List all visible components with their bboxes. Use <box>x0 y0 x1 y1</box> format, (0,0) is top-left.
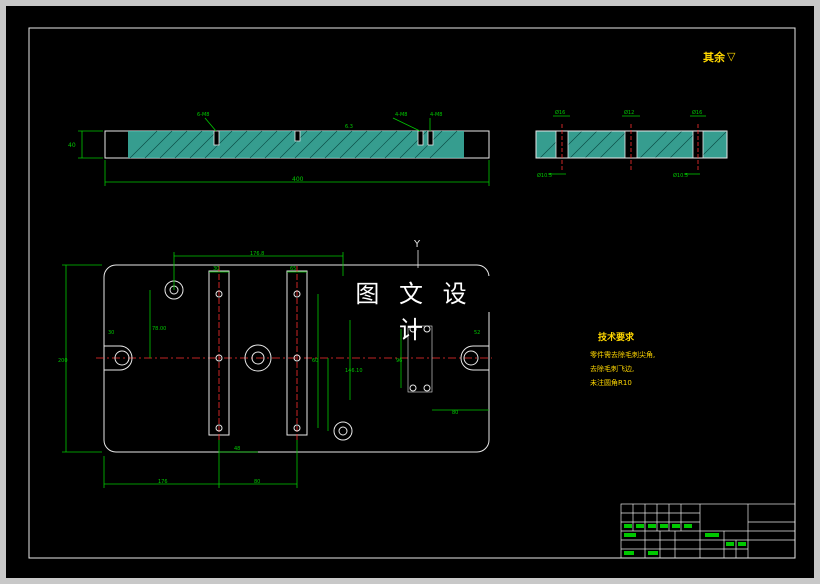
roughness-note-text: 其余 <box>703 50 726 64</box>
plan-dim-30: 30 <box>213 266 219 272</box>
tech-req-line-2: 去除毛刺飞边, <box>590 364 634 373</box>
side-dim-b: Ø12 <box>624 109 634 116</box>
y-axis-label: Y <box>413 239 421 250</box>
roughness-note: 其余 ▽ <box>703 50 736 64</box>
plan-dim-65: 65 <box>290 266 296 272</box>
plan-dim-146: 146.10 <box>345 368 363 374</box>
watermark-banner: 图 文 设 计 <box>336 276 492 344</box>
top-view-callout-right: 4-M8 <box>430 112 442 118</box>
side-dim-d: Ø10.5 <box>537 172 552 179</box>
side-dim-e: Ø10.5 <box>673 172 688 179</box>
top-view-roughness: 6.3 <box>345 124 353 130</box>
tech-req-title: 技术要求 <box>598 331 635 343</box>
plan-dim-bottom-176: 176 <box>158 479 168 485</box>
plan-dim-48: 48 <box>234 446 240 452</box>
tech-req-line-3: 未注圆角R10 <box>590 378 632 387</box>
plan-dim-right-80: 80 <box>452 410 458 416</box>
plan-dim-right-52: 52 <box>474 330 480 336</box>
side-dim-a: Ø16 <box>555 109 565 116</box>
plan-dim-60: 60 <box>312 358 318 364</box>
top-view-length-dim: 400 <box>292 176 304 183</box>
top-view-height-dim: 40 <box>68 142 76 149</box>
plan-dim-78: 78.00 <box>152 326 166 332</box>
plan-dim-left-30: 30 <box>108 330 114 336</box>
plan-dim-height: 200 <box>58 358 68 364</box>
plan-dim-top: 176.8 <box>250 251 264 257</box>
top-view-callout-mid: 4-M8 <box>395 112 407 118</box>
plan-dim-bottom-80: 80 <box>254 479 260 485</box>
top-view-callout-left: 6-M8 <box>197 112 209 118</box>
plan-dim-right-96: 96 <box>396 358 402 364</box>
tech-req-line-1: 零件需去除毛刺尖角, <box>590 350 655 359</box>
roughness-symbol: ▽ <box>727 50 736 63</box>
side-dim-c: Ø16 <box>692 109 702 116</box>
